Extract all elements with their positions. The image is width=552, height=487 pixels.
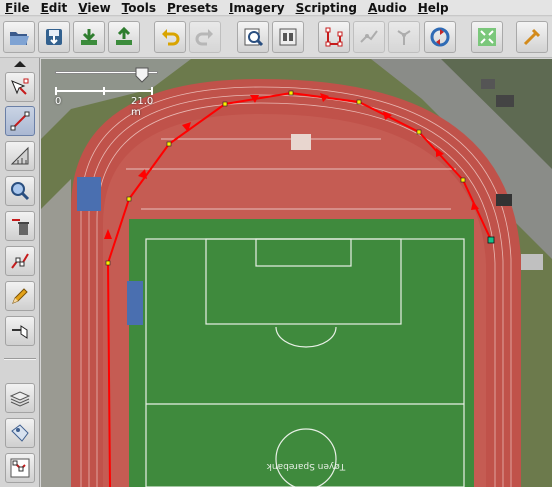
menu-scripting[interactable]: Scripting (291, 0, 363, 16)
parallel-tool-icon (12, 325, 28, 339)
menu-audio[interactable]: Audio (363, 0, 413, 16)
fullscreen-button[interactable] (471, 21, 503, 53)
zoom-to-selection-icon (360, 30, 378, 43)
fullscreen-icon (478, 28, 496, 46)
delete-tool-icon (12, 219, 29, 235)
menu-mnemonic: P (167, 0, 176, 15)
zoom-tool-icon (11, 182, 30, 201)
scale-tick (151, 87, 153, 95)
download-button[interactable] (73, 21, 105, 53)
select-tool-button[interactable] (5, 72, 35, 102)
menu-imagery[interactable]: Imagery (224, 0, 291, 16)
undo-button[interactable] (154, 21, 186, 53)
collapse-arrow-icon[interactable] (14, 61, 26, 67)
aerial-imagery: Tøyen Sparebank (41, 59, 552, 487)
josm-window: File Edit View Tools Presets Imagery Scripting… (0, 0, 552, 487)
menu-label: magery (233, 0, 285, 15)
improve-way-tool-icon (11, 253, 29, 269)
menu-mnemonic: S (295, 0, 305, 15)
edit-layer-icon (523, 28, 541, 46)
menu-mnemonic: A (367, 0, 378, 15)
stadium-text: Tøyen Sparebank (266, 461, 346, 471)
menu-tools[interactable]: Tools (117, 0, 162, 16)
menu-mnemonic: V (78, 0, 88, 15)
redo-icon (195, 29, 213, 46)
draw-pencil-tool-button[interactable] (5, 281, 35, 311)
selected-node[interactable] (487, 236, 495, 244)
delete-tool-button[interactable] (5, 211, 35, 241)
left-tool-palette (0, 58, 40, 487)
save-icon (46, 29, 62, 45)
redo-button[interactable] (189, 21, 221, 53)
edit-layer-button[interactable] (516, 21, 548, 53)
preferences-icon (244, 28, 264, 47)
zoom-tool-button[interactable] (5, 176, 35, 206)
layers-panel-icon (9, 391, 31, 407)
download-icon (81, 29, 97, 45)
palette-separator (4, 358, 36, 360)
map-view[interactable]: Tøyen Sparebank 0 21.0 m (41, 59, 552, 487)
select-all-button[interactable] (318, 21, 350, 53)
menu-file[interactable]: File (0, 0, 36, 16)
menu-label: udio (377, 0, 407, 15)
menu-mnemonic: F (5, 0, 14, 15)
layers-panel-button[interactable] (5, 383, 35, 413)
tag-editor-button[interactable] (272, 21, 304, 53)
selection-panel-button[interactable] (5, 453, 35, 483)
improve-way-tool-button[interactable] (5, 246, 35, 276)
menu-mnemonic: H (417, 0, 428, 15)
parallel-tool-button[interactable] (5, 316, 35, 346)
menu-bar: File Edit View Tools Presets Imagery Scripting… (0, 0, 552, 16)
tags-panel-icon (11, 424, 29, 442)
scale-end-label: 21.0 m (131, 96, 154, 118)
menu-edit[interactable]: Edit (36, 0, 74, 16)
measure-tool-button[interactable] (5, 141, 35, 171)
menu-label: cripting (304, 0, 357, 15)
menu-help[interactable]: Help (413, 0, 455, 16)
scale-bar: 0 21.0 m (55, 87, 165, 118)
draw-nodes-tool-button[interactable] (5, 106, 35, 136)
preferences-button[interactable] (237, 21, 269, 53)
selection-panel-icon (10, 458, 30, 478)
menu-label: ile (13, 0, 30, 15)
select-all-icon (325, 27, 343, 47)
upload-icon (116, 26, 132, 45)
draw-nodes-tool-icon (10, 111, 30, 131)
update-data-icon (430, 27, 450, 47)
menu-label: ools (128, 0, 156, 15)
zoom-to-selection-button[interactable] (353, 21, 385, 53)
tags-panel-button[interactable] (5, 418, 35, 448)
menu-view[interactable]: View (73, 0, 116, 16)
zoom-slider[interactable] (55, 67, 158, 84)
menu-label: resets (175, 0, 219, 15)
tag-editor-icon (279, 28, 297, 46)
select-tool-icon (11, 78, 29, 95)
menu-label: dit (48, 0, 68, 15)
update-data-button[interactable] (424, 21, 456, 53)
save-button[interactable] (38, 21, 70, 53)
menu-label: elp (427, 0, 449, 15)
undo-icon (162, 29, 180, 46)
zoom-to-layer-icon (397, 30, 411, 45)
menu-mnemonic: E (40, 0, 49, 15)
zoom-slider-thumb[interactable] (135, 67, 149, 83)
toolbar (0, 17, 552, 58)
scale-tick (55, 87, 57, 95)
upload-button[interactable] (108, 21, 140, 53)
measure-tool-icon (10, 146, 29, 165)
scale-tick (103, 87, 105, 95)
scale-start-label: 0 (55, 96, 62, 107)
open-icon (10, 32, 29, 45)
menu-presets[interactable]: Presets (162, 0, 224, 16)
zoom-to-layer-button[interactable] (388, 21, 420, 53)
menu-label: iew (87, 0, 111, 15)
draw-pencil-tool-icon (12, 288, 28, 304)
open-button[interactable] (3, 21, 35, 53)
